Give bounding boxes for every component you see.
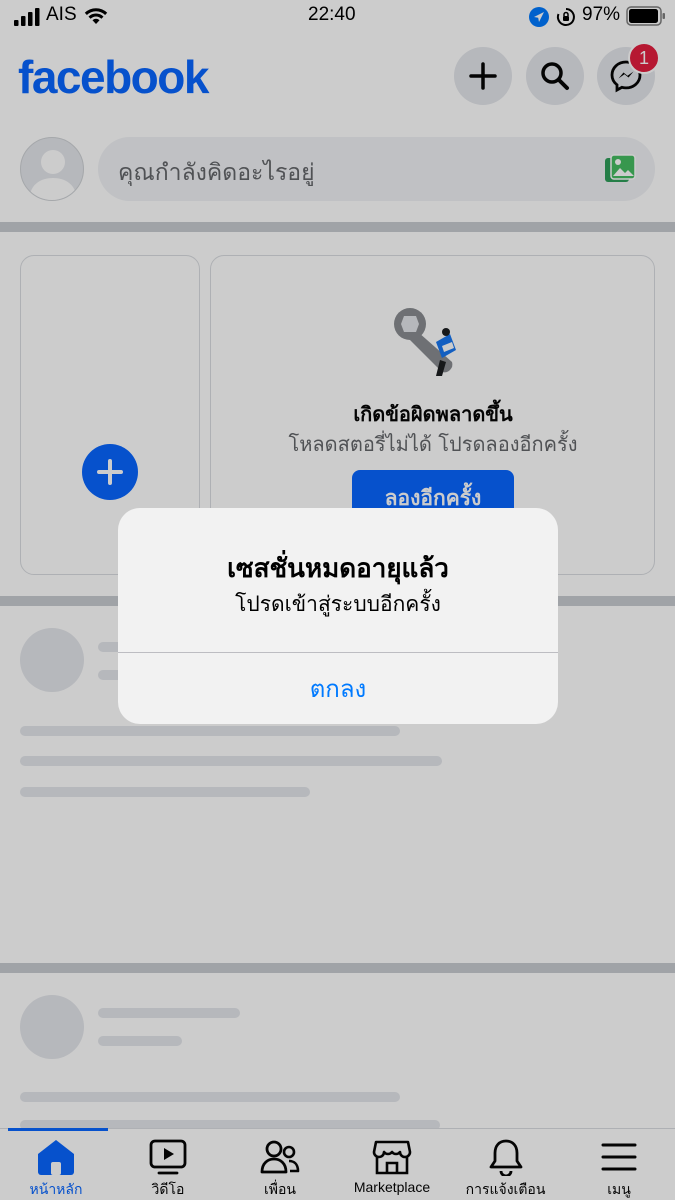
- dialog-title: เซสชั่นหมดอายุแล้ว: [227, 554, 449, 584]
- ok-button[interactable]: ตกลง: [118, 653, 558, 724]
- dialog-message: โปรดเข้าสู่ระบบอีกครั้ง: [235, 592, 441, 616]
- session-expired-dialog: เซสชั่นหมดอายุแล้ว โปรดเข้าสู่ระบบอีกครั…: [118, 508, 558, 724]
